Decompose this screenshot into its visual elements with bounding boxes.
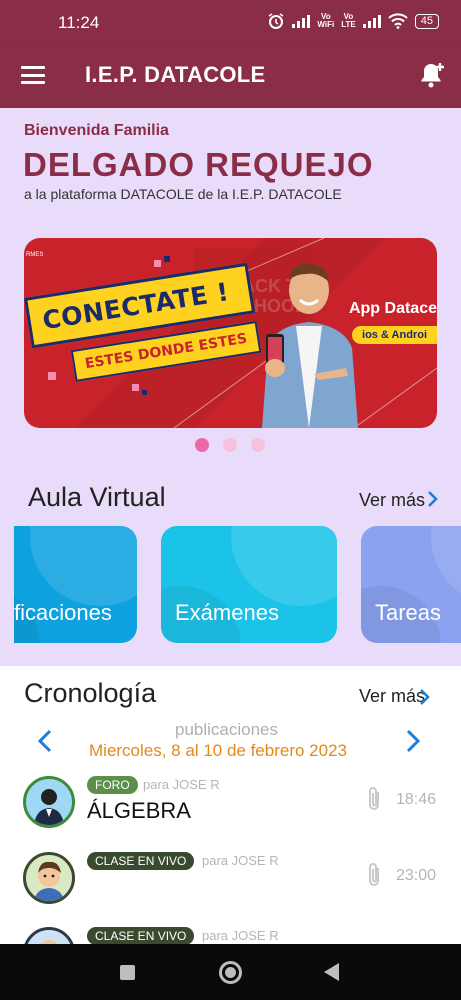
battery-icon: 45	[414, 13, 439, 29]
card-label: Exámenes	[175, 600, 279, 625]
home-icon[interactable]	[219, 961, 242, 984]
post-time: 23:00	[396, 867, 437, 884]
attachment-icon[interactable]	[366, 861, 384, 889]
publicaciones-label: publicaciones	[175, 720, 279, 739]
carousel-dot[interactable]	[223, 438, 237, 452]
timeline-post[interactable]: FORO para JOSE R ÁLGEBRA 18:46	[0, 776, 461, 846]
avatar	[23, 852, 75, 904]
card-label: ficaciones	[14, 600, 112, 625]
system-navigation-bar	[0, 944, 461, 1000]
aula-virtual-title: Aula Virtual	[28, 482, 166, 512]
banner-app-title: App Datace	[348, 300, 437, 317]
signal-icon-2	[362, 14, 381, 28]
timeline-post[interactable]: CLASE EN VIVO para JOSE R	[0, 927, 461, 944]
back-icon[interactable]	[324, 963, 339, 981]
status-bar: 11:24 Vo WiFi Vo LTE 45	[0, 0, 461, 42]
card-examenes[interactable]: Exámenes	[161, 526, 337, 643]
banner-platforms: ios & Androi	[352, 326, 437, 344]
alarm-icon	[268, 13, 284, 29]
avatar	[23, 776, 75, 828]
attachment-icon[interactable]	[366, 785, 384, 813]
carousel-dot[interactable]	[251, 438, 265, 452]
card-label: Tareas	[375, 600, 442, 625]
cronologia-section: Cronología Ver más publicaciones Miercol…	[0, 666, 461, 944]
post-recipient: para JOSE R	[202, 853, 279, 868]
cronologia-see-more[interactable]: Ver más	[359, 686, 425, 707]
welcome-greeting: Bienvenida Familia	[24, 122, 169, 139]
post-type-badge: CLASE EN VIVO	[87, 927, 195, 944]
next-date-icon[interactable]	[404, 728, 422, 754]
carousel-dot[interactable]	[195, 438, 209, 452]
chevron-right-icon[interactable]	[419, 688, 431, 706]
family-name: DELGADO REQUEJO	[23, 146, 374, 183]
wifi-icon	[388, 13, 408, 29]
date-range: Miercoles, 8 al 10 de febrero 2023	[89, 741, 347, 760]
aula-virtual-see-more[interactable]: Ver más	[359, 490, 425, 511]
menu-icon[interactable]	[21, 66, 45, 84]
signal-icon	[292, 14, 311, 28]
previous-date-icon[interactable]	[36, 728, 54, 754]
recent-apps-icon[interactable]	[120, 965, 135, 980]
post-time: 18:46	[396, 791, 437, 808]
carousel-indicator	[195, 438, 265, 452]
post-recipient: para JOSE R	[143, 777, 220, 792]
platform-text: a la plataforma DATACOLE de la I.E.P. DA…	[24, 186, 342, 202]
cronologia-title: Cronología	[24, 678, 157, 708]
post-title: ÁLGEBRA	[87, 798, 191, 823]
volte-wifi-label: Vo WiFi	[317, 12, 335, 29]
status-icons: Vo WiFi Vo LTE 45	[267, 12, 439, 30]
card-tareas[interactable]: Tareas	[361, 526, 461, 643]
banner-corner-text: RMES	[26, 252, 44, 258]
card-calificaciones[interactable]: ficaciones	[14, 526, 137, 643]
post-type-badge: CLASE EN VIVO	[87, 852, 195, 870]
app-title: I.E.P. DATACOLE	[85, 62, 266, 87]
notification-bell-icon[interactable]	[419, 60, 447, 90]
volte-lte-label: Vo LTE	[341, 12, 356, 29]
status-time: 11:24	[58, 13, 100, 32]
app-bar: I.E.P. DATACOLE	[0, 42, 461, 108]
aula-virtual-cards: ficaciones Exámenes Tareas	[14, 526, 461, 644]
post-type-badge: FORO	[87, 776, 138, 794]
post-recipient: para JOSE R	[202, 928, 279, 943]
promo-banner[interactable]: RMES BACK TO SCHOOL CONECTATE ! ESTES DO…	[24, 238, 437, 428]
avatar	[23, 927, 75, 944]
home-content: Bienvenida Familia DELGADO REQUEJO a la …	[0, 108, 461, 666]
timeline-post[interactable]: CLASE EN VIVO para JOSE R 23:00	[0, 852, 461, 922]
chevron-right-icon[interactable]	[427, 490, 439, 508]
